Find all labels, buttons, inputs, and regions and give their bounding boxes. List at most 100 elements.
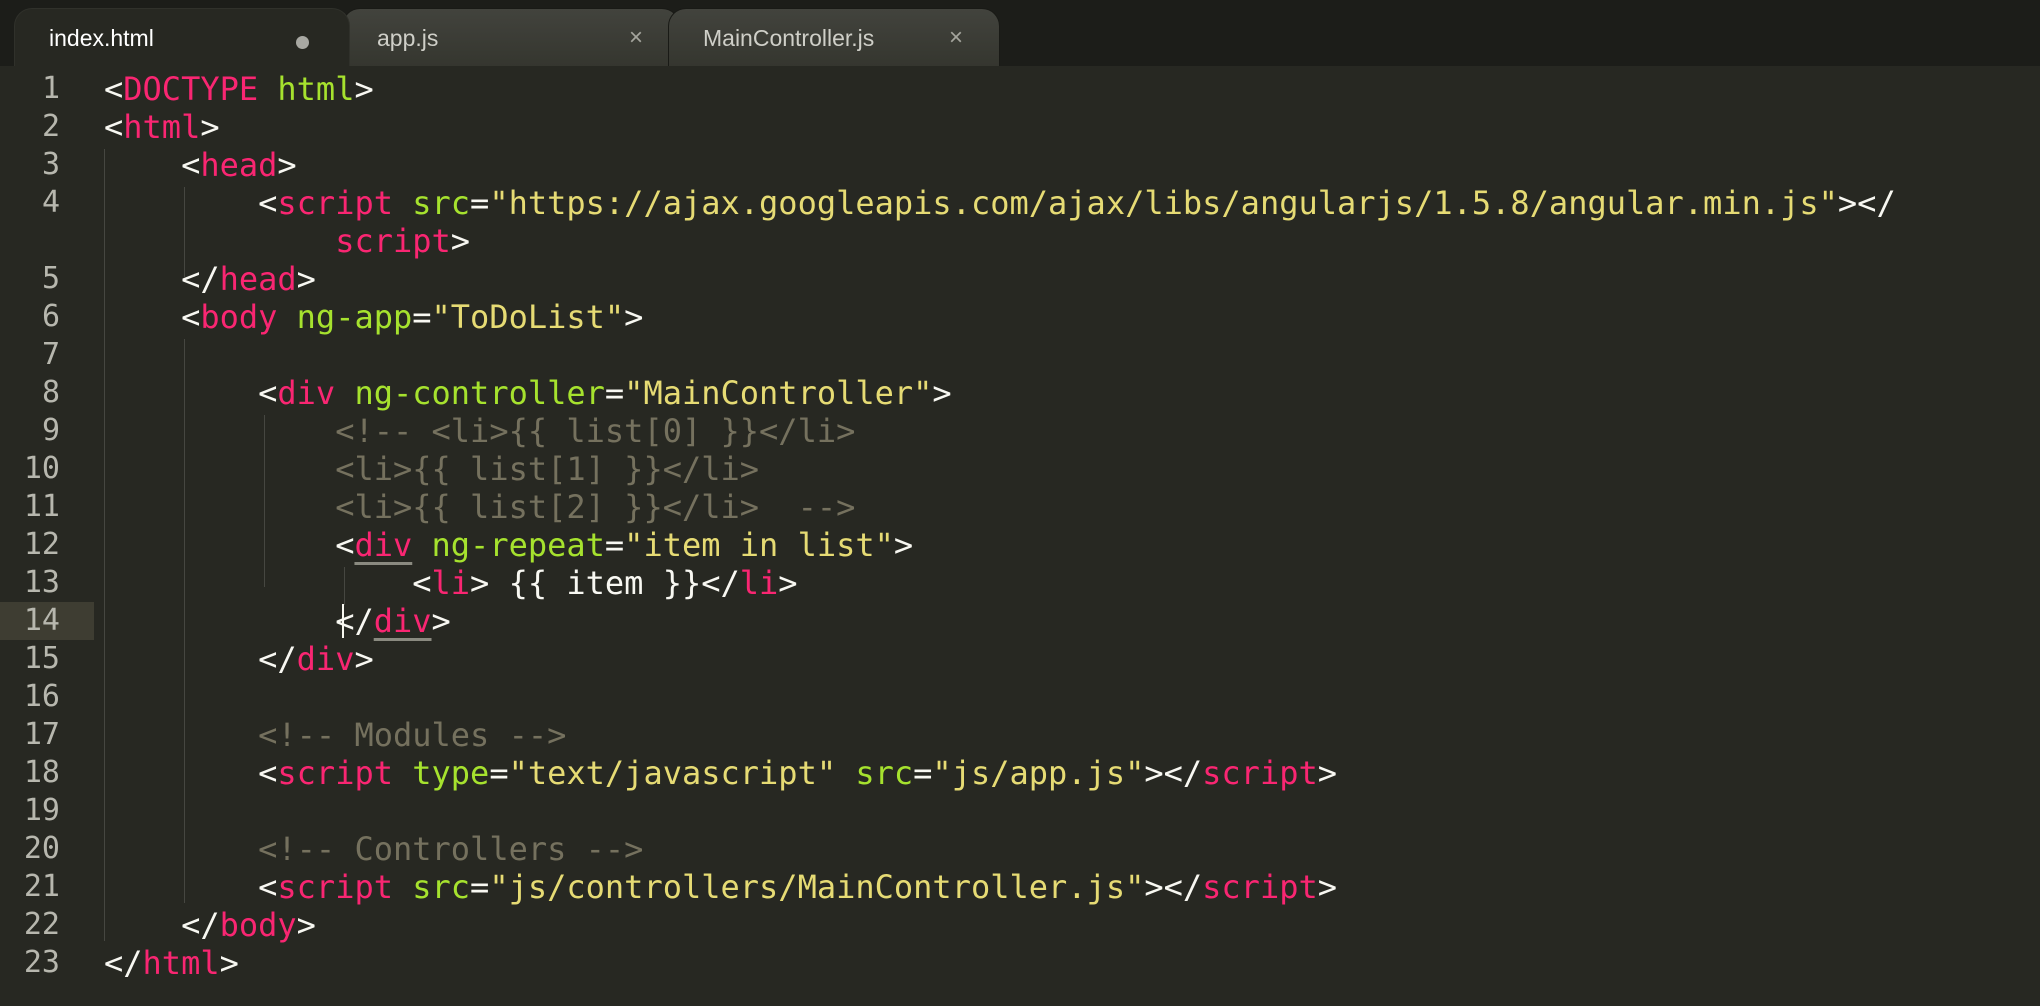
code-token: >	[431, 602, 451, 640]
code-token: <	[104, 868, 278, 906]
code-token: html	[123, 108, 201, 146]
tab-maincontroller-js[interactable]: MainController.js ×	[668, 8, 1000, 66]
tab-label: app.js	[377, 25, 439, 51]
code-line[interactable]: 14 </div>	[0, 602, 2040, 640]
code-token: <	[104, 298, 201, 336]
code-text: <li>{{ list[2] }}</li> -->	[104, 488, 855, 526]
code-text: script>	[104, 222, 470, 260]
line-number: 5	[41, 261, 60, 296]
code-token: </	[104, 260, 220, 298]
code-token: =	[489, 754, 509, 792]
code-text: <script src="https://ajax.googleapis.com…	[104, 184, 1896, 222]
code-line[interactable]: 2 <html>	[0, 108, 2040, 146]
line-number: 18	[23, 755, 60, 790]
line-number: 13	[23, 565, 60, 600]
tab-app-js[interactable]: app.js ×	[342, 8, 680, 66]
tab-label: MainController.js	[703, 25, 875, 51]
line-number: 23	[23, 945, 60, 980]
code-text: </html>	[104, 944, 239, 982]
code-token: li	[431, 564, 471, 602]
code-token: div	[277, 374, 336, 412]
code-line[interactable]: 23 </html>	[0, 944, 2040, 982]
code-token: <!-- Controllers -->	[258, 830, 644, 868]
code-token: >	[354, 70, 374, 108]
code-line[interactable]: 13 <li> {{ item }}</li>	[0, 564, 2040, 602]
code-line[interactable]: 21 <script src="js/controllers/MainContr…	[0, 868, 2040, 906]
line-number: 16	[23, 679, 60, 714]
code-line[interactable]: 9 <!-- <li>{{ list[0] }}</li>	[0, 412, 2040, 450]
code-token: src	[855, 754, 914, 792]
code-line[interactable]: 11 <li>{{ list[2] }}</li> -->	[0, 488, 2040, 526]
tab-index-html[interactable]: index.html	[14, 8, 350, 66]
code-token: <li>{{ list[2] }}</li> -->	[335, 488, 856, 526]
code-token: <	[104, 564, 432, 602]
code-token: "js/app.js"	[932, 754, 1145, 792]
code-token: html	[142, 944, 220, 982]
unsaved-dot-icon[interactable]	[296, 36, 309, 49]
close-icon[interactable]: ×	[949, 9, 963, 67]
code-token: src	[412, 868, 471, 906]
line-number: 20	[23, 831, 60, 866]
code-token: <	[104, 184, 278, 222]
close-icon[interactable]: ×	[629, 9, 643, 67]
code-line[interactable]: 17 <!-- Modules -->	[0, 716, 2040, 754]
code-text: </body>	[104, 906, 316, 944]
code-line[interactable]: 22 </body>	[0, 906, 2040, 944]
code-line[interactable]: 10 <li>{{ list[1] }}</li>	[0, 450, 2040, 488]
code-editor[interactable]: 1 <DOCTYPE html> 2 <html> 3 <head> 4 <script …	[0, 66, 2040, 1006]
code-token: >	[450, 222, 471, 260]
code-line[interactable]: script>	[0, 222, 2040, 260]
code-token: =	[913, 754, 933, 792]
code-token: =	[412, 298, 432, 336]
code-token: "https://ajax.googleapis.com/ajax/libs/a…	[489, 184, 1838, 222]
code-token: >	[277, 146, 297, 184]
code-token: >	[354, 640, 374, 678]
code-token: </	[104, 602, 374, 640]
code-text: <!-- <li>{{ list[0] }}</li>	[104, 412, 855, 450]
code-text: <html>	[104, 108, 220, 146]
line-number: 2	[41, 109, 60, 144]
code-token: >	[219, 944, 239, 982]
code-line[interactable]: 20 <!-- Controllers -->	[0, 830, 2040, 868]
line-number: 12	[23, 527, 60, 562]
code-line[interactable]: 7	[0, 336, 2040, 374]
code-line[interactable]: 18 <script type="text/javascript" src="j…	[0, 754, 2040, 792]
code-token: <	[104, 526, 355, 564]
code-line[interactable]: 4 <script src="https://ajax.googleapis.c…	[0, 184, 2040, 222]
code-token: div	[296, 640, 355, 678]
code-token: <	[104, 754, 278, 792]
line-number: 3	[41, 147, 60, 182]
code-token: head	[219, 260, 297, 298]
code-token: ng-controller	[354, 374, 605, 412]
code-token: >	[778, 564, 798, 602]
code-token: =	[604, 526, 625, 564]
code-line[interactable]: 19	[0, 792, 2040, 830]
code-line[interactable]: 6 <body ng-app="ToDoList">	[0, 298, 2040, 336]
code-line[interactable]: 16	[0, 678, 2040, 716]
code-token: <!-- <li>{{ list[0] }}</li>	[335, 412, 856, 450]
code-token: <li>{{ list[1] }}</li>	[335, 450, 760, 488]
code-token: "item in list"	[624, 526, 894, 564]
line-number: 11	[23, 489, 60, 524]
line-number: 14	[23, 603, 60, 638]
code-token: ng-app	[296, 298, 413, 336]
code-line[interactable]: 3 <head>	[0, 146, 2040, 184]
code-line[interactable]: 12 <div ng-repeat="item in list">	[0, 526, 2040, 564]
code-token: script	[335, 222, 451, 260]
code-token: div	[354, 526, 413, 564]
code-line[interactable]: 15 </div>	[0, 640, 2040, 678]
code-line[interactable]: 8 <div ng-controller="MainController">	[0, 374, 2040, 412]
code-token: ></	[1144, 868, 1203, 906]
code-line[interactable]: 5 </head>	[0, 260, 2040, 298]
code-text: <head>	[104, 146, 297, 184]
code-text: <li> {{ item }}</li>	[104, 564, 798, 602]
code-token: ></	[1837, 184, 1896, 222]
tab-label: index.html	[49, 25, 154, 51]
code-text: <DOCTYPE html>	[104, 70, 374, 108]
code-line[interactable]: 1 <DOCTYPE html>	[0, 70, 2040, 108]
